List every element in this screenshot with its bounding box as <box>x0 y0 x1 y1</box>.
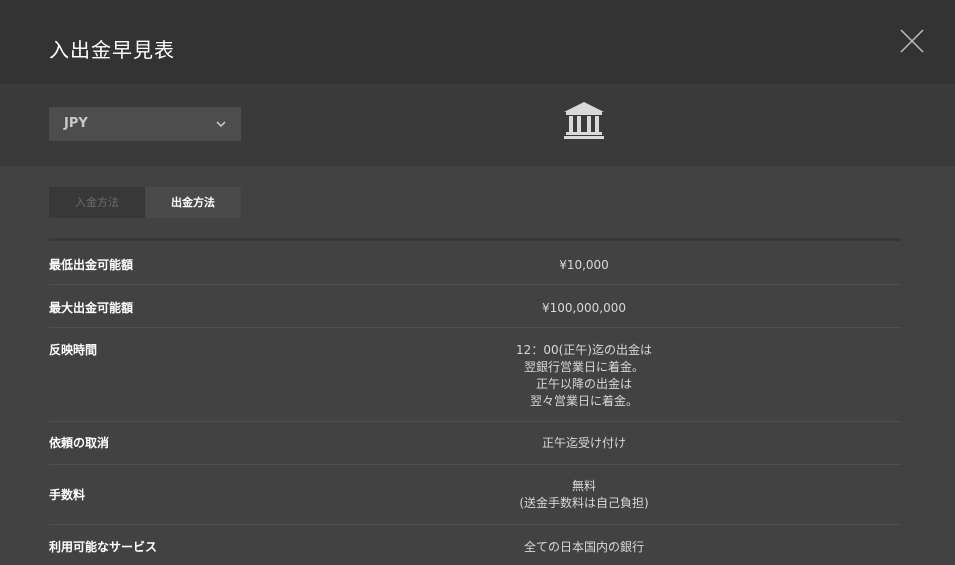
currency-value: JPY <box>64 116 88 131</box>
row-value: ¥100,000,000 <box>542 301 626 315</box>
close-icon <box>900 29 924 53</box>
row-label: 最低出金可能額 <box>49 258 134 272</box>
modal-title: 入出金早見表 <box>49 38 175 62</box>
row-label: 反映時間 <box>49 343 98 357</box>
table-row: 最大出金可能額 ¥100,000,000 <box>49 285 901 328</box>
table-row: 最低出金可能額 ¥10,000 <box>49 241 901 285</box>
table-row: 依頼の取消 正午迄受け付け <box>49 422 901 465</box>
row-value: 無料 (送金手数料は自己負担) <box>519 479 649 510</box>
row-label: 利用可能なサービス <box>49 540 158 554</box>
row-value: 12：00(正午)迄の出金は 翌銀行営業日に着金。 正午以降の出金は 翌々営業日… <box>516 343 652 408</box>
table-row: 反映時間 12：00(正午)迄の出金は 翌銀行営業日に着金。 正午以降の出金は … <box>49 328 901 422</box>
row-label: 最大出金可能額 <box>49 301 134 315</box>
table-row: 利用可能なサービス 全ての日本国内の銀行 <box>49 525 901 565</box>
row-value: 全ての日本国内の銀行 <box>523 540 644 554</box>
row-label: 依頼の取消 <box>49 436 110 450</box>
modal-header: 入出金早見表 <box>0 0 955 84</box>
currency-select[interactable]: JPY <box>49 107 241 141</box>
bank-icon <box>564 102 604 139</box>
withdrawal-info-table: 最低出金可能額 ¥10,000 最大出金可能額 ¥100,000,000 反映時… <box>49 238 901 565</box>
tab-withdraw[interactable]: 出金方法 <box>145 187 241 218</box>
chevron-down-icon <box>216 121 226 128</box>
tab-deposit[interactable]: 入金方法 <box>49 187 145 218</box>
table-row: 手数料 無料 (送金手数料は自己負担) <box>49 465 901 525</box>
row-label: 手数料 <box>49 488 86 502</box>
toolbar: JPY <box>0 84 955 166</box>
row-value: ¥10,000 <box>559 258 609 272</box>
row-value: 正午迄受け付け <box>541 436 626 450</box>
close-button[interactable] <box>897 26 927 56</box>
